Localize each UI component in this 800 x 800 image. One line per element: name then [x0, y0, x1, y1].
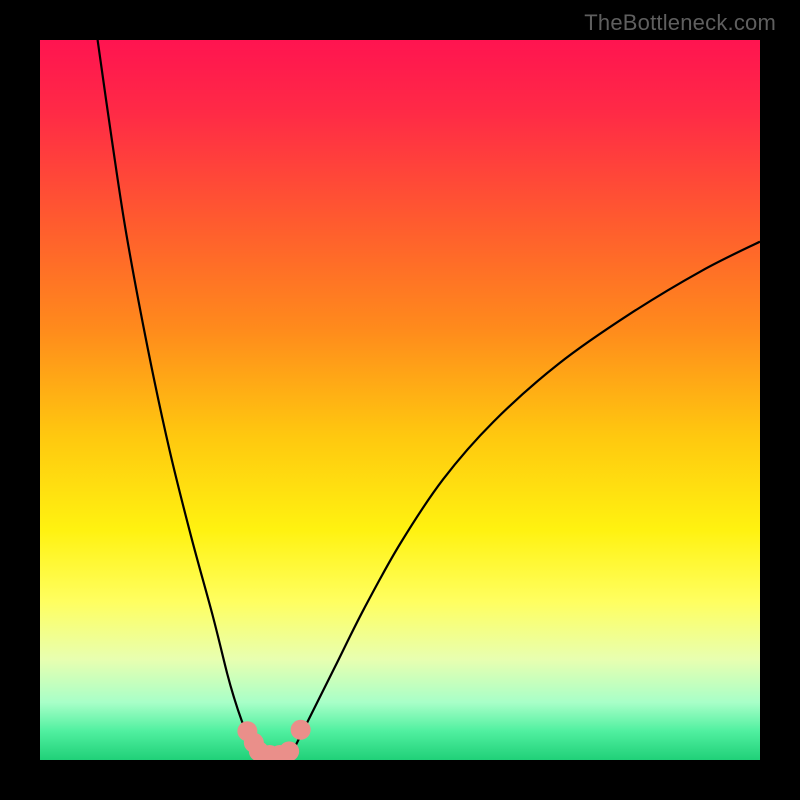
watermark-text: TheBottleneck.com [584, 10, 776, 36]
chart-frame: TheBottleneck.com [0, 0, 800, 800]
plot-area [40, 40, 760, 760]
background-gradient [40, 40, 760, 760]
